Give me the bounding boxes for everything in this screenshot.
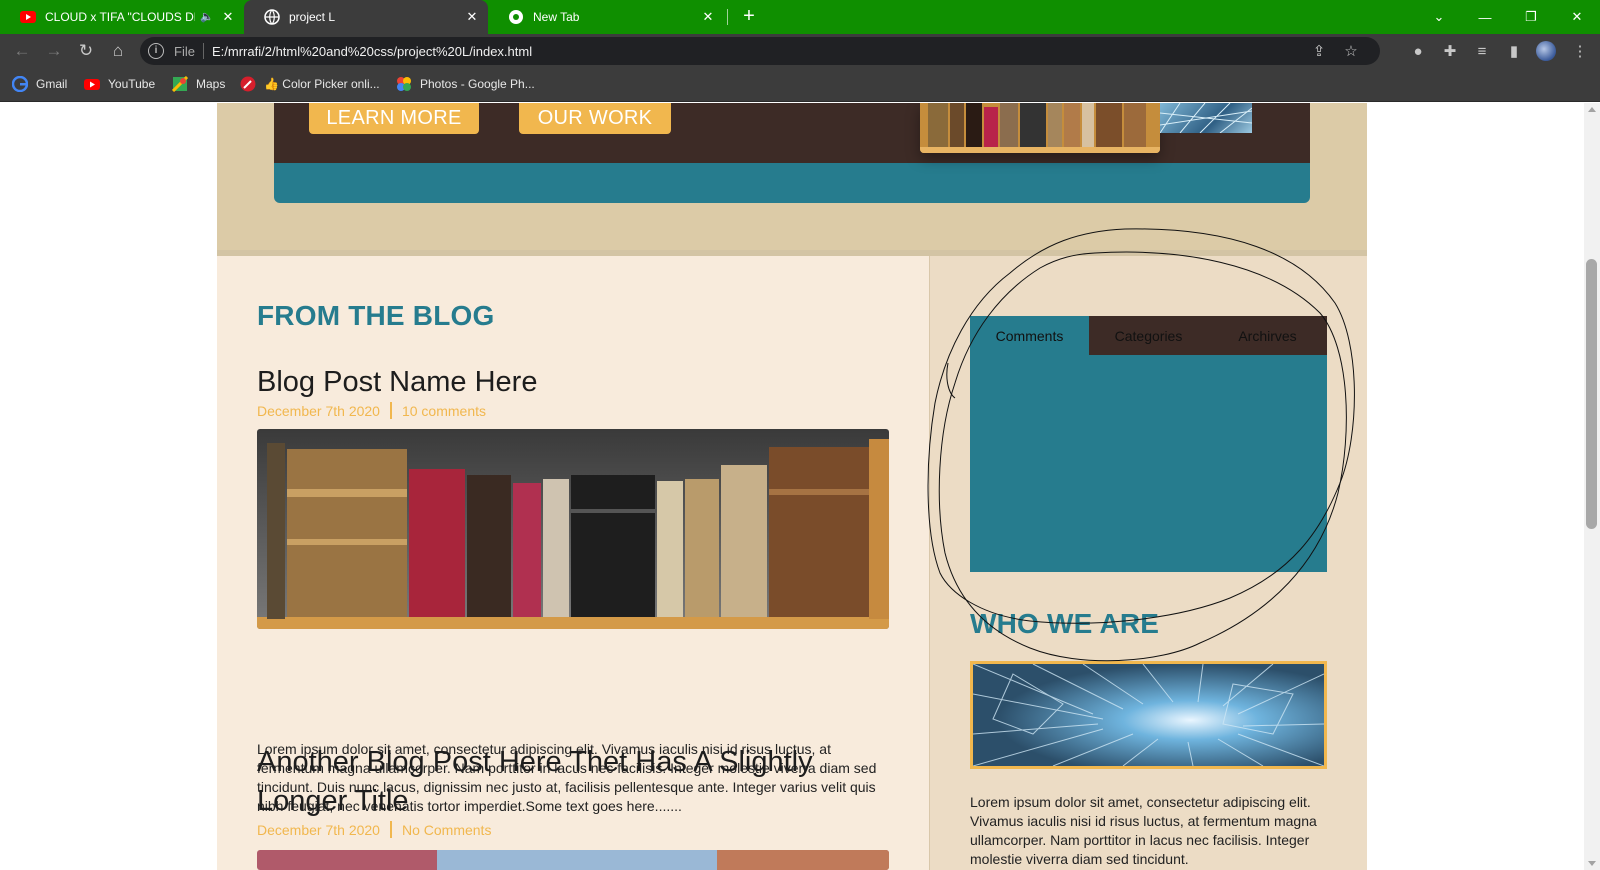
extensions-puzzle-icon[interactable]: ✚ (1440, 41, 1460, 61)
scroll-thumb[interactable] (1586, 259, 1597, 529)
google-icon (12, 76, 28, 92)
bookmark-google-photos[interactable]: Photos - Google Ph... (396, 76, 535, 92)
tunnel-image (970, 661, 1327, 769)
bookshelf-image (257, 429, 889, 629)
url-text[interactable]: E:/mrrafi/2/html%20and%20css/project%20L… (212, 44, 532, 59)
bookmark-maps[interactable]: Maps (172, 76, 225, 92)
post-date: December 7th 2020 (257, 402, 380, 419)
our-work-button[interactable]: OUR WORK (519, 103, 671, 134)
tab-archives[interactable]: Archirves (1208, 316, 1327, 355)
tab-search-button[interactable]: ⌄ (1416, 0, 1462, 34)
tab-close-icon[interactable]: ✕ (700, 9, 716, 25)
minimize-button[interactable]: — (1462, 0, 1508, 34)
tab-categories[interactable]: Categories (1089, 316, 1208, 355)
youtube-icon (84, 79, 100, 90)
page-scrollbar[interactable] (1584, 103, 1600, 870)
hero-section: LEARN MORE OUR WORK (217, 103, 1367, 256)
sidebar-tabs: Comments Categories Archirves (970, 316, 1327, 355)
bookmark-label: Photos - Google Ph... (420, 77, 535, 91)
browser-tab-strip: CLOUD x TIFA "CLOUDS DRE 🔈 ✕ project L ✕… (0, 0, 1600, 34)
bookmark-label: YouTube (108, 77, 156, 91)
bookmark-youtube[interactable]: YouTube (84, 76, 155, 92)
browser-tab-new-tab[interactable]: New Tab ✕ (488, 0, 724, 34)
youtube-icon (20, 11, 36, 23)
bookshelf-illustration (257, 429, 889, 629)
tab-title: New Tab (533, 10, 580, 24)
scroll-up-icon[interactable] (1588, 107, 1596, 112)
bookmarks-bar: Gmail YouTube Maps 👍 Color Picker onli..… (0, 68, 1600, 102)
tab-title: project L (289, 10, 336, 24)
tab-title: CLOUD x TIFA "CLOUDS DRE (45, 10, 195, 24)
globe-icon (264, 9, 280, 25)
back-icon[interactable]: ← (10, 39, 34, 63)
landscape-illustration (257, 850, 889, 870)
hero-bookshelf-image (920, 103, 1160, 153)
post-date: December 7th 2020 (257, 821, 380, 838)
address-bar[interactable]: i File E:/mrrafi/2/html%20and%20css/proj… (140, 37, 1380, 65)
scheme-label: File (174, 44, 195, 59)
post-title[interactable]: Another Blog Post Here Thet Has A Slight… (257, 743, 817, 821)
bookmark-label: Maps (196, 77, 226, 91)
scroll-down-icon[interactable] (1588, 861, 1596, 866)
meta-divider (389, 821, 392, 838)
browser-tab-project-l[interactable]: project L ✕ (244, 0, 488, 34)
post-comments-link[interactable]: 10 comments (402, 403, 486, 419)
side-panel-icon[interactable]: ▮ (1504, 41, 1524, 61)
maps-icon (172, 76, 188, 92)
menu-kebab-icon[interactable]: ⋮ (1570, 41, 1590, 61)
profile-avatar[interactable] (1536, 41, 1556, 61)
bookmark-label: Gmail (36, 77, 68, 91)
forward-icon[interactable]: → (42, 39, 66, 63)
reload-icon[interactable]: ↻ (74, 39, 98, 63)
page-viewport[interactable]: LEARN MORE OUR WORK FROM THE BLOG Blog P… (0, 103, 1584, 870)
new-tab-button[interactable]: + (738, 6, 760, 28)
who-we-are-heading: WHO WE ARE (970, 608, 1160, 639)
tab-panel (970, 355, 1327, 572)
audio-muted-icon[interactable]: 🔈 (200, 10, 214, 23)
restore-button[interactable]: ❐ (1508, 0, 1554, 34)
tab-close-icon[interactable]: ✕ (464, 9, 480, 25)
chrome-icon (509, 10, 523, 24)
omnibox-divider (203, 43, 204, 59)
bookmark-star-icon[interactable]: ☆ (1342, 42, 1360, 60)
post-meta: December 7th 2020 10 comments (257, 402, 486, 419)
browser-tab-youtube[interactable]: CLOUD x TIFA "CLOUDS DRE 🔈 ✕ (0, 0, 244, 34)
tab-comments[interactable]: Comments (970, 316, 1089, 355)
browser-toolbar: ← → ↻ ⌂ i File E:/mrrafi/2/html%20and%20… (0, 34, 1600, 68)
blog-section: FROM THE BLOG Blog Post Name Here Decemb… (217, 256, 929, 870)
bookmark-gmail[interactable]: Gmail (12, 76, 67, 92)
bookmark-label: 👍 Color Picker onli... (264, 77, 380, 91)
post-comments-link[interactable]: No Comments (402, 822, 491, 838)
blog-heading: FROM THE BLOG (257, 300, 495, 331)
share-icon[interactable]: ⇪ (1310, 42, 1328, 60)
color-picker-icon (240, 76, 256, 92)
tab-separator (727, 9, 728, 25)
tunnel-illustration (973, 664, 1324, 766)
meta-divider (389, 402, 392, 419)
home-icon[interactable]: ⌂ (106, 39, 130, 63)
post-title[interactable]: Blog Post Name Here (257, 363, 817, 402)
learn-more-button[interactable]: LEARN MORE (309, 103, 479, 134)
close-window-button[interactable]: ✕ (1554, 0, 1600, 34)
sidebar: Comments Categories Archirves WHO WE ARE (930, 256, 1367, 870)
info-icon[interactable]: i (148, 43, 164, 59)
bookmark-color-picker[interactable]: 👍 Color Picker onli... (240, 76, 380, 92)
hero-tunnel-image (1160, 103, 1252, 133)
landscape-image (257, 850, 889, 870)
tab-close-icon[interactable]: ✕ (220, 9, 236, 25)
post-meta: December 7th 2020 No Comments (257, 821, 491, 838)
photos-icon (397, 77, 411, 91)
site-container: LEARN MORE OUR WORK FROM THE BLOG Blog P… (217, 103, 1367, 870)
extension-circle-icon[interactable]: ● (1408, 41, 1428, 61)
who-we-are-text: Lorem ipsum dolor sit amet, consectetur … (970, 794, 1317, 867)
bookshelf-illustration (920, 103, 1160, 153)
tunnel-illustration (1160, 103, 1252, 133)
media-control-icon[interactable]: ≡ (1472, 41, 1492, 61)
